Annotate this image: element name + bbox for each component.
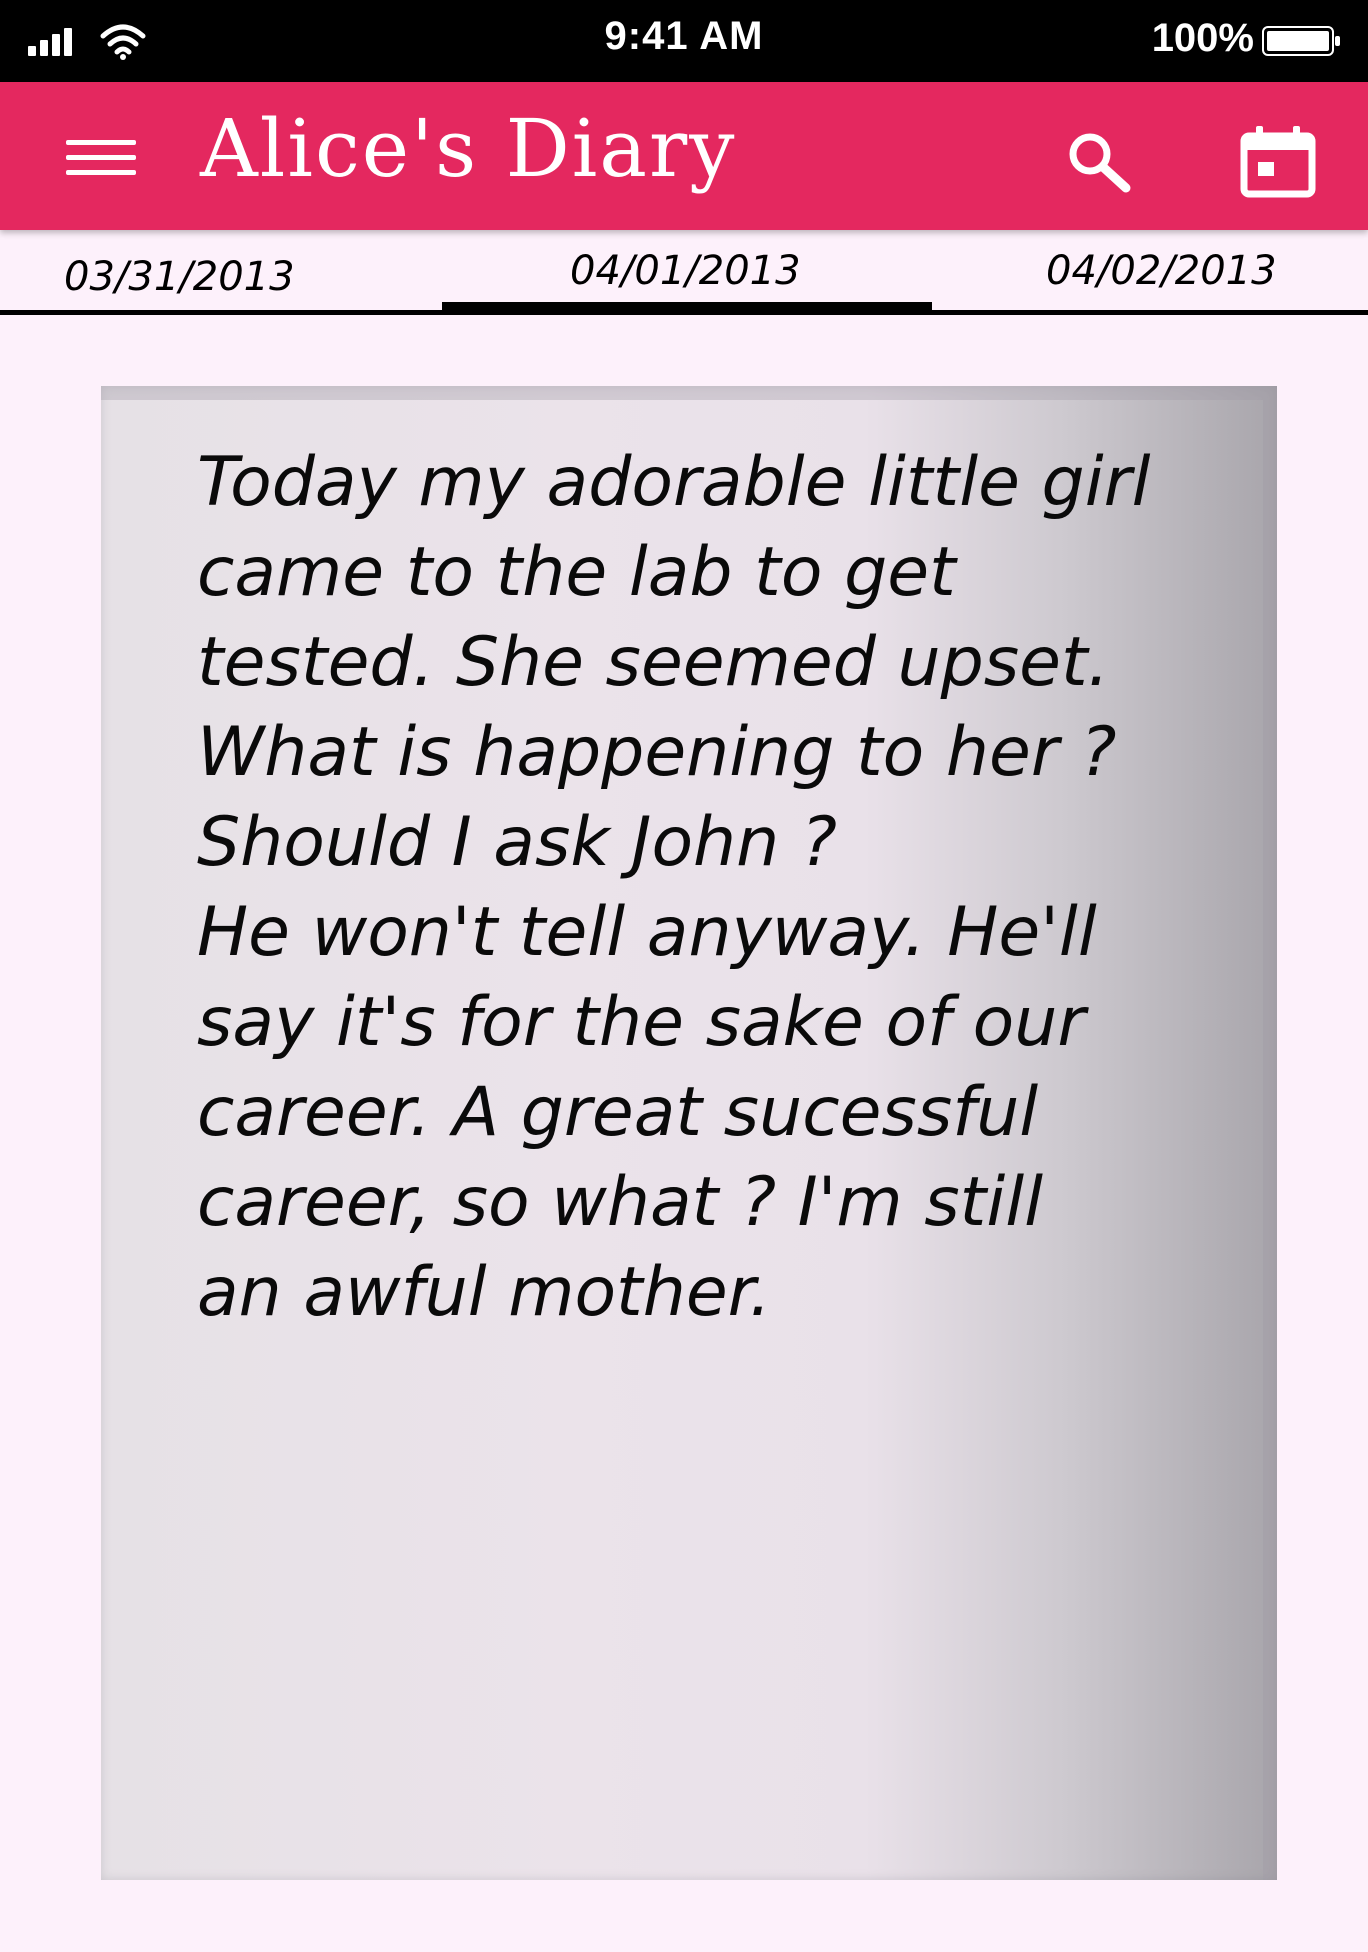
diary-entry-page: Today my adorable little girl came to th… xyxy=(101,386,1277,1880)
tab-next-date[interactable]: 04/02/2013 xyxy=(1046,248,1277,294)
date-tabs: 03/31/2013 04/01/2013 04/02/2013 xyxy=(0,230,1368,318)
calendar-icon[interactable] xyxy=(1238,122,1324,208)
app-header: Alice's Diary xyxy=(0,82,1368,230)
status-bar: 9:41 AM 100% xyxy=(0,0,1368,82)
tab-current-date[interactable]: 04/01/2013 xyxy=(570,248,801,294)
tab-previous-date[interactable]: 03/31/2013 xyxy=(64,254,295,300)
diary-entry-text: Today my adorable little girl came to th… xyxy=(197,443,1151,1332)
battery-icon xyxy=(1262,26,1340,56)
search-icon[interactable] xyxy=(1060,126,1136,202)
active-tab-indicator xyxy=(442,302,932,312)
battery-percent: 100% xyxy=(1151,16,1254,60)
app-title: Alice's Diary xyxy=(200,102,737,195)
hamburger-menu-icon[interactable] xyxy=(62,136,142,180)
